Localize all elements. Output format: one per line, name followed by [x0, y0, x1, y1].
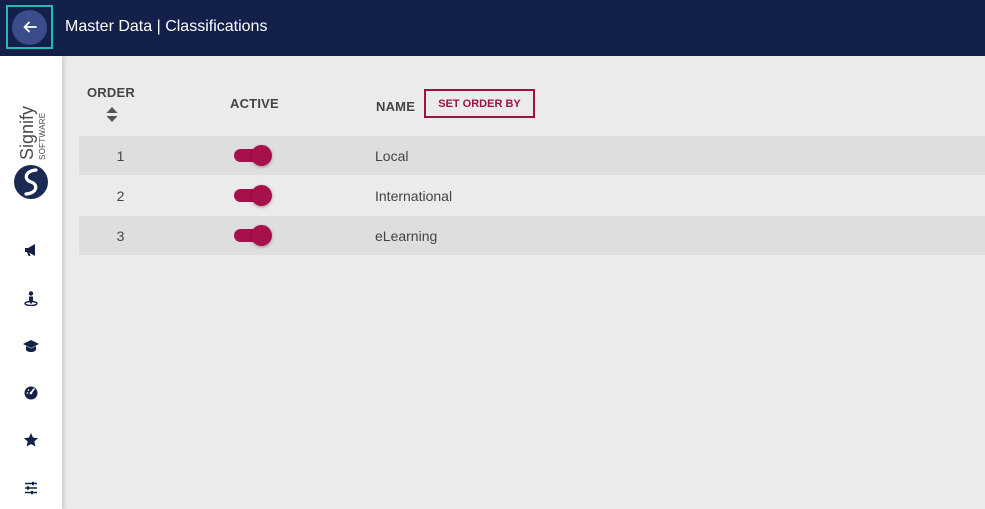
top-bar: Master Data | Classifications: [0, 0, 985, 56]
name-cell: Local: [375, 148, 409, 164]
active-toggle[interactable]: [234, 185, 272, 206]
order-column-header[interactable]: ORDER: [87, 85, 135, 100]
speedometer-icon: [24, 386, 38, 400]
table-row[interactable]: 1 Local: [79, 136, 985, 175]
logo-subtext: SOFTWARE: [38, 113, 47, 160]
back-button-circle: [12, 9, 47, 45]
name-cell: eLearning: [375, 228, 438, 244]
table-row[interactable]: 2 International: [79, 176, 985, 215]
toggle-thumb: [251, 145, 272, 166]
logo-text: Signify: [17, 106, 37, 160]
active-toggle[interactable]: [234, 145, 272, 166]
sidebar-item-settings[interactable]: [21, 478, 41, 498]
order-cell: 3: [116, 228, 125, 244]
back-button[interactable]: [6, 5, 53, 49]
sidebar-item-announcements[interactable]: [21, 240, 41, 260]
active-column-header: ACTIVE: [230, 96, 279, 111]
sort-icon[interactable]: [106, 107, 118, 127]
sidebar-item-favorites[interactable]: [21, 430, 41, 450]
active-toggle[interactable]: [234, 225, 272, 246]
order-cell: 1: [116, 148, 125, 164]
sidebar: Signify SOFTWARE: [0, 56, 62, 509]
sidebar-item-people[interactable]: [21, 288, 41, 308]
person-pin-icon: [24, 291, 38, 306]
star-icon: [23, 433, 39, 447]
sidebar-item-training[interactable]: [21, 336, 41, 356]
arrow-left-icon: [23, 21, 37, 33]
graduation-cap-icon: [23, 340, 39, 352]
table-row[interactable]: 3 eLearning: [79, 216, 985, 255]
toggle-thumb: [251, 185, 272, 206]
toggle-thumb: [251, 225, 272, 246]
order-cell: 2: [116, 188, 125, 204]
page-title: Master Data | Classifications: [65, 18, 268, 35]
sliders-icon: [25, 481, 37, 495]
name-column-header: NAME: [376, 99, 416, 114]
signify-logo: Signify SOFTWARE: [10, 84, 52, 202]
sidebar-item-dashboard[interactable]: [21, 383, 41, 403]
name-cell: International: [375, 188, 453, 204]
set-order-by-button[interactable]: SET ORDER BY: [424, 89, 535, 118]
megaphone-icon: [25, 244, 35, 256]
